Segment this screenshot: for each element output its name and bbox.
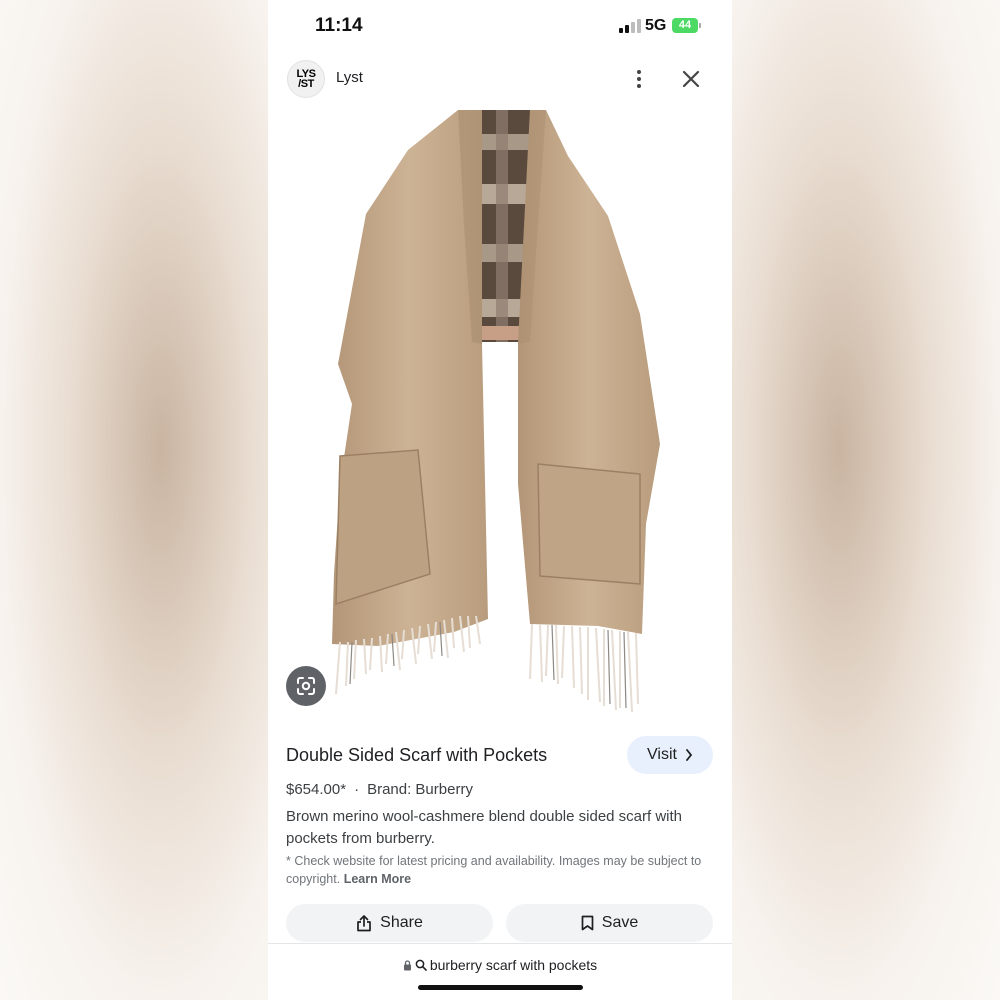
visit-label: Visit — [647, 746, 677, 763]
status-time: 11:14 — [315, 15, 363, 36]
battery-icon: 44 — [672, 18, 698, 33]
product-brand: Brand: Burberry — [367, 781, 473, 798]
status-bar: 11:14 5G 44 — [268, 0, 732, 54]
save-label: Save — [601, 914, 639, 931]
meta-separator: · — [354, 781, 360, 798]
more-vert-dot — [637, 84, 641, 88]
product-image[interactable] — [268, 104, 732, 724]
more-vert-icon — [637, 70, 641, 74]
bookmark-icon — [581, 915, 594, 931]
learn-more-link[interactable]: Learn More — [344, 872, 411, 886]
background-blur-left — [0, 0, 268, 1000]
disclaimer: * Check website for latest pricing and a… — [286, 853, 716, 888]
lock-icon — [403, 959, 411, 970]
product-price: $654.00* — [286, 781, 347, 798]
visit-button[interactable]: Visit — [627, 736, 713, 774]
battery-tip — [699, 23, 701, 28]
chevron-right-icon — [686, 749, 693, 761]
url-bar[interactable]: burberry scarf with pockets — [268, 950, 732, 980]
url-text: burberry scarf with pockets — [429, 957, 598, 973]
divider — [268, 943, 732, 944]
product-description: Brown merino wool-cashmere blend double … — [286, 808, 683, 847]
source-logo[interactable]: LYS /ST — [287, 60, 325, 98]
share-icon — [357, 915, 371, 932]
logo-text-bottom: /ST — [298, 78, 314, 90]
source-name[interactable]: Lyst — [336, 69, 363, 86]
share-label: Share — [380, 914, 423, 931]
close-icon[interactable] — [678, 66, 704, 92]
home-indicator[interactable] — [418, 985, 583, 990]
more-vert-dot — [637, 77, 641, 81]
share-button[interactable]: Share — [286, 904, 493, 942]
product-meta: $654.00* · Brand: Burberry — [286, 781, 473, 798]
search-icon — [415, 959, 427, 971]
phone-screen: 11:14 5G 44 LYS /ST Lyst Double Sided Sc… — [268, 0, 732, 1000]
logo-text: LYS /ST — [297, 69, 316, 90]
source-header: LYS /ST Lyst — [268, 58, 732, 102]
network-type: 5G — [645, 17, 667, 34]
battery-level: 44 — [678, 19, 692, 31]
product-title: Double Sided Scarf with Pockets — [286, 745, 548, 765]
signal-icon — [619, 19, 641, 33]
lens-button[interactable] — [286, 666, 326, 706]
save-button[interactable]: Save — [506, 904, 713, 942]
background-blur-right — [732, 0, 1000, 1000]
lens-icon — [297, 677, 315, 695]
more-options-button[interactable] — [628, 66, 650, 92]
